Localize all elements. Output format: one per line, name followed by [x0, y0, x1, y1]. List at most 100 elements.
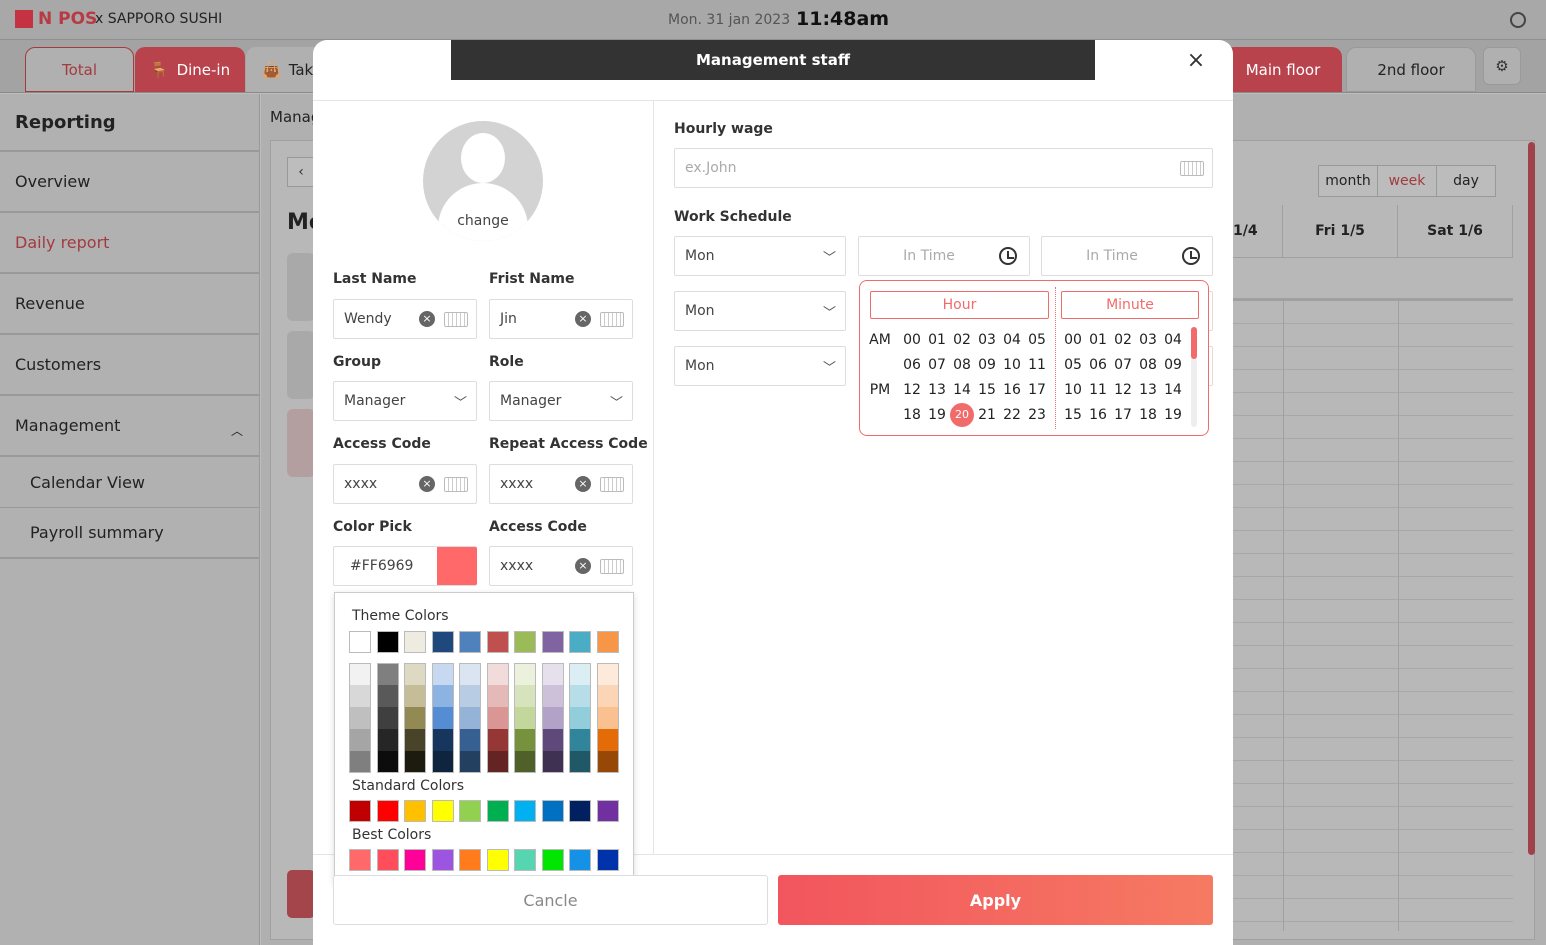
- keyboard-icon[interactable]: [444, 312, 468, 327]
- hour-option[interactable]: 20: [950, 403, 974, 427]
- hour-option[interactable]: 21: [975, 407, 999, 423]
- color-swatch[interactable]: [349, 707, 371, 729]
- color-swatch[interactable]: [569, 729, 591, 751]
- avatar[interactable]: change: [423, 121, 543, 241]
- color-swatch[interactable]: [569, 685, 591, 707]
- hourly-wage-field[interactable]: ex.John: [674, 148, 1213, 188]
- minute-option[interactable]: 14: [1161, 382, 1185, 398]
- color-swatch[interactable]: [514, 707, 536, 729]
- color-swatch[interactable]: [541, 800, 564, 822]
- sidebar-item-overview[interactable]: Overview: [0, 152, 259, 213]
- color-swatch[interactable]: [459, 663, 481, 685]
- color-swatch[interactable]: [404, 751, 426, 773]
- color-swatch[interactable]: [404, 685, 426, 707]
- view-day-button[interactable]: day: [1437, 166, 1495, 196]
- sidebar-item-customers[interactable]: Customers: [0, 335, 259, 396]
- color-swatch[interactable]: [404, 663, 426, 685]
- minute-option[interactable]: 03: [1136, 332, 1160, 348]
- color-swatch[interactable]: [541, 729, 564, 751]
- color-swatch[interactable]: [596, 800, 619, 822]
- clear-icon[interactable]: ×: [419, 311, 435, 327]
- color-swatch[interactable]: [376, 729, 399, 751]
- color-swatch[interactable]: [376, 849, 399, 871]
- day-select[interactable]: Mon ﹀: [674, 346, 846, 386]
- color-swatch[interactable]: [569, 800, 591, 822]
- hour-option[interactable]: 15: [975, 382, 999, 398]
- clear-icon[interactable]: ×: [575, 476, 591, 492]
- minute-header[interactable]: Minute: [1061, 291, 1199, 319]
- minute-option[interactable]: 18: [1136, 407, 1160, 423]
- scrollbar[interactable]: [1528, 142, 1535, 855]
- minute-option[interactable]: 17: [1111, 407, 1135, 423]
- color-swatch[interactable]: [569, 707, 591, 729]
- clear-icon[interactable]: ×: [419, 476, 435, 492]
- keyboard-icon[interactable]: [1180, 161, 1204, 176]
- color-swatch[interactable]: [541, 685, 564, 707]
- minute-option[interactable]: 09: [1161, 357, 1185, 373]
- color-swatch[interactable]: [431, 849, 454, 871]
- color-swatch[interactable]: [349, 663, 371, 685]
- list-item[interactable]: [287, 253, 315, 321]
- color-swatch[interactable]: [514, 631, 536, 653]
- hour-option[interactable]: 18: [900, 407, 924, 423]
- add-staff-button[interactable]: [287, 870, 315, 918]
- hour-option[interactable]: 16: [1000, 382, 1024, 398]
- color-swatch[interactable]: [376, 751, 399, 773]
- color-swatch[interactable]: [459, 849, 481, 871]
- hour-option[interactable]: 06: [900, 357, 924, 373]
- color-swatch[interactable]: [349, 800, 371, 822]
- sidebar-item-daily-report[interactable]: Daily report: [0, 213, 259, 274]
- color-swatch[interactable]: [349, 685, 371, 707]
- cancel-button[interactable]: Cancle: [333, 875, 768, 925]
- keyboard-icon[interactable]: [600, 477, 624, 492]
- color-swatch[interactable]: [514, 751, 536, 773]
- minute-option[interactable]: 15: [1061, 407, 1085, 423]
- color-swatch[interactable]: [431, 663, 454, 685]
- clock-icon[interactable]: [999, 247, 1017, 265]
- am-label[interactable]: AM: [866, 332, 894, 348]
- color-swatch[interactable]: [514, 685, 536, 707]
- hour-option[interactable]: 17: [1025, 382, 1049, 398]
- color-swatch[interactable]: [541, 849, 564, 871]
- color-swatch[interactable]: [596, 663, 619, 685]
- minute-option[interactable]: 11: [1086, 382, 1110, 398]
- hour-option[interactable]: 22: [1000, 407, 1024, 423]
- color-swatch[interactable]: [437, 547, 477, 585]
- color-swatch[interactable]: [459, 631, 481, 653]
- color-swatch[interactable]: [376, 707, 399, 729]
- minute-option[interactable]: 06: [1086, 357, 1110, 373]
- in-time-field[interactable]: In Time: [858, 236, 1030, 276]
- color-swatch[interactable]: [541, 631, 564, 653]
- color-swatch[interactable]: [376, 663, 399, 685]
- minute-option[interactable]: 04: [1161, 332, 1185, 348]
- apply-button[interactable]: Apply: [778, 875, 1213, 925]
- hour-option[interactable]: 10: [1000, 357, 1024, 373]
- hour-option[interactable]: 02: [950, 332, 974, 348]
- color-swatch[interactable]: [486, 685, 509, 707]
- color-swatch[interactable]: [486, 849, 509, 871]
- color-swatch[interactable]: [596, 729, 619, 751]
- day-select[interactable]: Mon ﹀: [674, 291, 846, 331]
- color-swatch[interactable]: [459, 729, 481, 751]
- color-swatch[interactable]: [376, 631, 399, 653]
- minute-option[interactable]: 10: [1061, 382, 1085, 398]
- keyboard-icon[interactable]: [600, 559, 624, 574]
- color-swatch[interactable]: [431, 685, 454, 707]
- color-swatch[interactable]: [486, 800, 509, 822]
- color-swatch[interactable]: [459, 800, 481, 822]
- scrollbar[interactable]: [1191, 327, 1197, 427]
- day-select[interactable]: Mon ﹀: [674, 236, 846, 276]
- color-swatch[interactable]: [376, 685, 399, 707]
- color-swatch[interactable]: [596, 707, 619, 729]
- hour-option[interactable]: 12: [900, 382, 924, 398]
- color-swatch[interactable]: [404, 800, 426, 822]
- hour-option[interactable]: 03: [975, 332, 999, 348]
- keyboard-icon[interactable]: [600, 312, 624, 327]
- minute-option[interactable]: 08: [1136, 357, 1160, 373]
- color-swatch[interactable]: [431, 729, 454, 751]
- hour-option[interactable]: 05: [1025, 332, 1049, 348]
- group-select[interactable]: Manager ﹀: [333, 381, 477, 421]
- color-swatch[interactable]: [349, 849, 371, 871]
- hour-option[interactable]: 08: [950, 357, 974, 373]
- minute-option[interactable]: 12: [1111, 382, 1135, 398]
